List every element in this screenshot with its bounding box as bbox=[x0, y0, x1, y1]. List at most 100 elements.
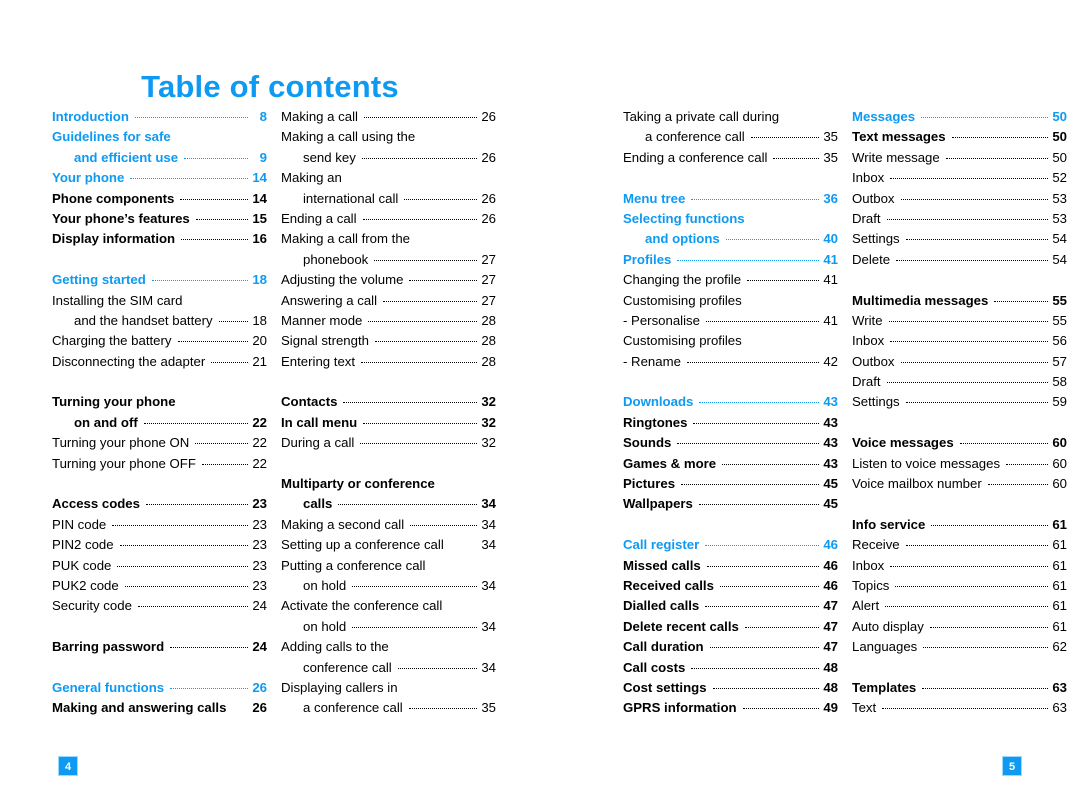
toc-entry[interactable]: Menu tree 36 bbox=[623, 189, 838, 209]
toc-entry[interactable]: phonebook 27 bbox=[281, 250, 496, 270]
toc-entry[interactable]: Delete 54 bbox=[852, 250, 1067, 270]
toc-entry[interactable]: Pictures 45 bbox=[623, 474, 838, 494]
toc-entry[interactable]: Wallpapers 45 bbox=[623, 494, 838, 514]
toc-entry[interactable]: Disconnecting the adapter 21 bbox=[52, 352, 267, 372]
toc-entry[interactable]: Adjusting the volume 27 bbox=[281, 270, 496, 290]
toc-entry[interactable]: PUK2 code 23 bbox=[52, 576, 267, 596]
toc-entry[interactable]: Making and answering calls 26 bbox=[52, 698, 267, 718]
toc-entry[interactable]: Text messages 50 bbox=[852, 127, 1067, 147]
toc-entry[interactable]: on hold 34 bbox=[281, 617, 496, 637]
toc-entry[interactable]: Phone components 14 bbox=[52, 189, 267, 209]
toc-entry[interactable]: Installing the SIM card bbox=[52, 291, 267, 311]
toc-entry[interactable]: conference call 34 bbox=[281, 658, 496, 678]
toc-entry[interactable]: Multiparty or conference bbox=[281, 474, 496, 494]
toc-entry[interactable]: Putting a conference call bbox=[281, 556, 496, 576]
toc-entry[interactable]: and the handset battery 18 bbox=[52, 311, 267, 331]
toc-entry[interactable]: Display information 16 bbox=[52, 229, 267, 249]
toc-entry[interactable]: - Personalise 41 bbox=[623, 311, 838, 331]
toc-entry[interactable]: Listen to voice messages 60 bbox=[852, 454, 1067, 474]
toc-entry[interactable]: During a call 32 bbox=[281, 433, 496, 453]
toc-entry[interactable]: Inbox 56 bbox=[852, 331, 1067, 351]
toc-entry[interactable]: Auto display 61 bbox=[852, 617, 1067, 637]
toc-entry[interactable]: Outbox 53 bbox=[852, 189, 1067, 209]
toc-entry[interactable]: Turning your phone bbox=[52, 392, 267, 412]
toc-entry[interactable]: PIN code 23 bbox=[52, 515, 267, 535]
toc-entry[interactable]: Signal strength 28 bbox=[281, 331, 496, 351]
toc-entry[interactable]: Entering text 28 bbox=[281, 352, 496, 372]
toc-entry[interactable]: Templates 63 bbox=[852, 678, 1067, 698]
toc-entry[interactable]: Introduction 8 bbox=[52, 107, 267, 127]
toc-entry[interactable]: General functions 26 bbox=[52, 678, 267, 698]
toc-entry[interactable]: a conference call 35 bbox=[281, 698, 496, 718]
toc-entry[interactable]: Ringtones 43 bbox=[623, 413, 838, 433]
toc-entry[interactable]: In call menu 32 bbox=[281, 413, 496, 433]
toc-entry[interactable]: international call 26 bbox=[281, 189, 496, 209]
toc-entry[interactable]: and options 40 bbox=[623, 229, 838, 249]
toc-entry[interactable]: Ending a call 26 bbox=[281, 209, 496, 229]
toc-entry[interactable]: Guidelines for safe bbox=[52, 127, 267, 147]
toc-entry[interactable]: Multimedia messages 55 bbox=[852, 291, 1067, 311]
toc-entry[interactable]: Answering a call 27 bbox=[281, 291, 496, 311]
toc-entry[interactable]: Profiles 41 bbox=[623, 250, 838, 270]
toc-entry[interactable]: Barring password 24 bbox=[52, 637, 267, 657]
toc-entry[interactable]: Displaying callers in bbox=[281, 678, 496, 698]
toc-entry[interactable]: Voice mailbox number 60 bbox=[852, 474, 1067, 494]
toc-entry[interactable]: Taking a private call during bbox=[623, 107, 838, 127]
toc-entry[interactable]: Receive 61 bbox=[852, 535, 1067, 555]
toc-entry[interactable]: send key 26 bbox=[281, 148, 496, 168]
toc-entry[interactable]: Messages 50 bbox=[852, 107, 1067, 127]
toc-entry[interactable]: Downloads 43 bbox=[623, 392, 838, 412]
toc-entry[interactable]: Turning your phone OFF 22 bbox=[52, 454, 267, 474]
toc-entry[interactable]: Security code 24 bbox=[52, 596, 267, 616]
toc-entry[interactable]: PUK code 23 bbox=[52, 556, 267, 576]
toc-entry[interactable]: Manner mode 28 bbox=[281, 311, 496, 331]
toc-entry[interactable]: Alert 61 bbox=[852, 596, 1067, 616]
toc-entry[interactable]: Your phone’s features 15 bbox=[52, 209, 267, 229]
toc-entry[interactable]: Call costs 48 bbox=[623, 658, 838, 678]
toc-entry[interactable]: Making a call from the bbox=[281, 229, 496, 249]
toc-entry[interactable]: Charging the battery 20 bbox=[52, 331, 267, 351]
toc-entry[interactable]: Info service 61 bbox=[852, 515, 1067, 535]
toc-entry[interactable]: Outbox 57 bbox=[852, 352, 1067, 372]
toc-entry[interactable]: Call duration 47 bbox=[623, 637, 838, 657]
toc-entry[interactable]: a conference call 35 bbox=[623, 127, 838, 147]
toc-entry[interactable]: Getting started 18 bbox=[52, 270, 267, 290]
toc-entry[interactable]: Topics 61 bbox=[852, 576, 1067, 596]
toc-entry[interactable]: Dialled calls 47 bbox=[623, 596, 838, 616]
toc-entry[interactable]: Cost settings 48 bbox=[623, 678, 838, 698]
toc-entry[interactable]: Customising profiles bbox=[623, 291, 838, 311]
toc-entry[interactable]: Settings 54 bbox=[852, 229, 1067, 249]
toc-entry[interactable]: Turning your phone ON 22 bbox=[52, 433, 267, 453]
toc-entry[interactable]: on and off 22 bbox=[52, 413, 267, 433]
toc-entry[interactable]: Languages 62 bbox=[852, 637, 1067, 657]
toc-entry[interactable]: Write message 50 bbox=[852, 148, 1067, 168]
toc-entry[interactable]: Making an bbox=[281, 168, 496, 188]
toc-entry[interactable]: Activate the conference call bbox=[281, 596, 496, 616]
toc-entry[interactable]: Draft 53 bbox=[852, 209, 1067, 229]
toc-entry[interactable]: Making a call using the bbox=[281, 127, 496, 147]
toc-entry[interactable]: Customising profiles bbox=[623, 331, 838, 351]
toc-entry[interactable]: Delete recent calls 47 bbox=[623, 617, 838, 637]
toc-entry[interactable]: and efficient use 9 bbox=[52, 148, 267, 168]
toc-entry[interactable]: Ending a conference call 35 bbox=[623, 148, 838, 168]
toc-entry[interactable]: Making a call 26 bbox=[281, 107, 496, 127]
toc-entry[interactable]: Text 63 bbox=[852, 698, 1067, 718]
toc-entry[interactable]: Missed calls 46 bbox=[623, 556, 838, 576]
toc-entry[interactable]: Games & more 43 bbox=[623, 454, 838, 474]
toc-entry[interactable]: Inbox 52 bbox=[852, 168, 1067, 188]
toc-entry[interactable]: Voice messages 60 bbox=[852, 433, 1067, 453]
toc-entry[interactable]: Sounds 43 bbox=[623, 433, 838, 453]
toc-entry[interactable]: Inbox 61 bbox=[852, 556, 1067, 576]
toc-entry[interactable]: calls 34 bbox=[281, 494, 496, 514]
toc-entry[interactable]: Settings 59 bbox=[852, 392, 1067, 412]
toc-entry[interactable]: Contacts 32 bbox=[281, 392, 496, 412]
toc-entry[interactable]: - Rename 42 bbox=[623, 352, 838, 372]
toc-entry[interactable]: Your phone 14 bbox=[52, 168, 267, 188]
toc-entry[interactable]: on hold 34 bbox=[281, 576, 496, 596]
toc-entry[interactable]: Changing the profile 41 bbox=[623, 270, 838, 290]
toc-entry[interactable]: Draft 58 bbox=[852, 372, 1067, 392]
toc-entry[interactable]: PIN2 code 23 bbox=[52, 535, 267, 555]
toc-entry[interactable]: Setting up a conference call 34 bbox=[281, 535, 496, 555]
toc-entry[interactable]: GPRS information 49 bbox=[623, 698, 838, 718]
toc-entry[interactable]: Write 55 bbox=[852, 311, 1067, 331]
